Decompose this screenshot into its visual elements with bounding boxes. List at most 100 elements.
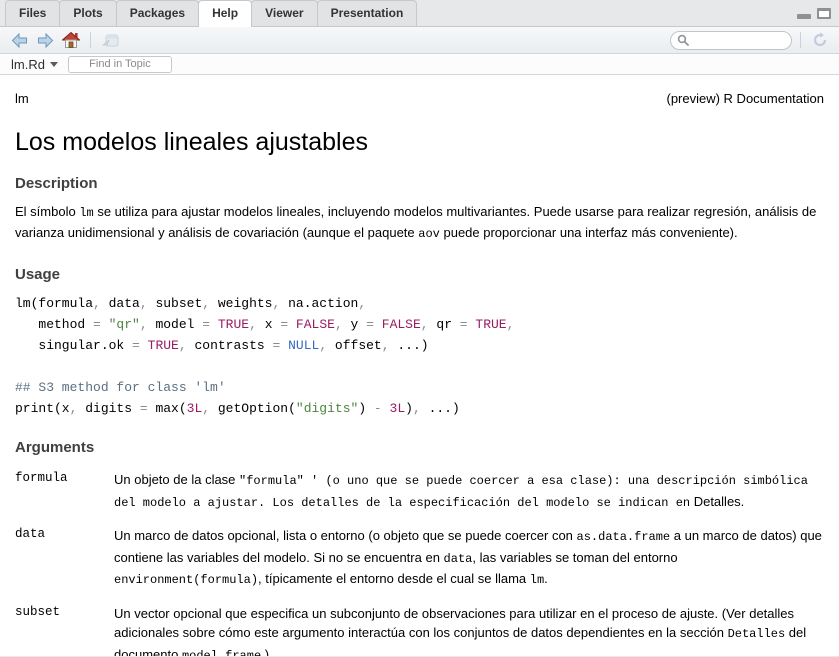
- code-token: TRUE: [475, 317, 506, 332]
- code-token: ,: [202, 401, 218, 416]
- doc-topic-name: lm: [15, 91, 29, 106]
- forward-arrow-icon: [37, 33, 54, 48]
- code-token: getOption(: [218, 401, 296, 416]
- refresh-icon: [812, 32, 828, 48]
- tab-viewer[interactable]: Viewer: [251, 0, 317, 26]
- code-token: ,: [335, 317, 351, 332]
- topic-bar: lm.Rd: [0, 54, 839, 75]
- code-token: ,: [140, 296, 156, 311]
- inline-code: model.frame: [182, 649, 261, 657]
- usage-heading: Usage: [15, 266, 824, 283]
- argument-description: Un vector opcional que especifica un sub…: [114, 604, 824, 657]
- inline-code: lm: [79, 206, 93, 220]
- argument-description: Un objeto de la clase "formula" ' (o uno…: [114, 470, 824, 513]
- code-token: ,: [382, 338, 398, 353]
- usage-code-block: lm(formula, data, subset, weights, na.ac…: [15, 293, 824, 419]
- code-token: NULL: [288, 338, 319, 353]
- tab-plots[interactable]: Plots: [59, 0, 116, 26]
- text-segment: , típicamente el entorno desde el cual s…: [258, 571, 530, 586]
- help-search-input[interactable]: [692, 33, 785, 47]
- code-token: =: [280, 317, 296, 332]
- code-token: model: [155, 317, 202, 332]
- code-token: subset: [155, 296, 202, 311]
- code-line: method = "qr", model = TRUE, x = FALSE, …: [15, 314, 824, 335]
- pane-tab-bar: FilesPlotsPackagesHelpViewerPresentation: [0, 0, 839, 27]
- code-token: ## S3 method for class 'lm': [15, 380, 226, 395]
- argument-row: subsetUn vector opcional que especifica …: [15, 604, 824, 657]
- text-segment: Un vector opcional que especifica un sub…: [114, 606, 794, 641]
- argument-name: subset: [15, 604, 114, 657]
- code-token: ,: [93, 296, 109, 311]
- code-token: ,: [70, 401, 86, 416]
- arguments-heading: Arguments: [15, 439, 824, 456]
- tab-help[interactable]: Help: [198, 0, 252, 27]
- code-token: 3L: [187, 401, 203, 416]
- code-token: ,: [140, 317, 156, 332]
- code-token: FALSE: [296, 317, 335, 332]
- code-token: TRUE: [148, 338, 179, 353]
- code-token: =: [140, 401, 156, 416]
- doc-header-right: (preview) R Documentation: [666, 91, 824, 106]
- code-token: ,: [507, 317, 515, 332]
- code-token: data: [109, 296, 140, 311]
- code-token: ,: [249, 317, 265, 332]
- code-token: ,: [413, 401, 429, 416]
- find-in-topic-input[interactable]: [68, 56, 172, 73]
- text-segment: Un marco de datos opcional, lista o ento…: [114, 528, 577, 543]
- doc-header: lm (preview) R Documentation: [15, 91, 824, 106]
- code-line: ## S3 method for class 'lm': [15, 377, 824, 398]
- text-segment: , las variables se toman del entorno: [472, 550, 677, 565]
- description-paragraph: El símbolo lm se utiliza para ajustar mo…: [15, 202, 824, 244]
- show-in-new-window-button[interactable]: [99, 30, 121, 50]
- code-token: =: [93, 317, 109, 332]
- text-segment: .): [261, 647, 269, 657]
- search-icon: [677, 34, 689, 46]
- code-token: ,: [272, 296, 288, 311]
- code-token: ...): [397, 338, 428, 353]
- code-token: ,: [358, 296, 366, 311]
- refresh-button[interactable]: [809, 30, 831, 50]
- home-icon: [62, 32, 80, 48]
- text-segment: .: [544, 571, 548, 586]
- code-token: =: [132, 338, 148, 353]
- back-arrow-icon: [11, 33, 28, 48]
- code-token: qr: [436, 317, 459, 332]
- code-token: TRUE: [218, 317, 249, 332]
- tab-presentation[interactable]: Presentation: [317, 0, 418, 26]
- code-token: ,: [179, 338, 195, 353]
- page-title: Los modelos lineales ajustables: [15, 128, 824, 157]
- code-token: ,: [202, 296, 218, 311]
- tab-packages[interactable]: Packages: [116, 0, 199, 26]
- text-segment: puede proporcionar una interfaz más conv…: [440, 225, 738, 240]
- inline-code: aov: [418, 227, 440, 241]
- help-search-box[interactable]: [670, 31, 792, 50]
- code-line: singular.ok = TRUE, contrasts = NULL, of…: [15, 335, 824, 356]
- chevron-down-icon: [50, 62, 58, 67]
- code-token: method: [15, 317, 93, 332]
- home-button[interactable]: [60, 30, 82, 50]
- code-line: print(x, digits = max(3L, getOption("dig…: [15, 398, 824, 419]
- open-in-new-window-icon: [101, 33, 119, 48]
- argument-row: formulaUn objeto de la clase "formula" '…: [15, 470, 824, 513]
- tab-list: FilesPlotsPackagesHelpViewerPresentation: [5, 0, 416, 26]
- forward-button[interactable]: [34, 30, 56, 50]
- maximize-icon[interactable]: [817, 8, 831, 19]
- code-token: "qr": [109, 317, 140, 332]
- argument-row: dataUn marco de datos opcional, lista o …: [15, 526, 824, 591]
- code-token: 3L: [390, 401, 406, 416]
- code-token: y: [351, 317, 367, 332]
- arguments-table: formulaUn objeto de la clase "formula" '…: [15, 470, 824, 656]
- code-token: ,: [421, 317, 437, 332]
- code-token: -: [374, 401, 390, 416]
- help-toolbar: [0, 27, 839, 54]
- minimize-icon[interactable]: [797, 9, 811, 19]
- back-button[interactable]: [8, 30, 30, 50]
- inline-code: Detalles: [728, 627, 786, 641]
- help-pane: FilesPlotsPackagesHelpViewerPresentation: [0, 0, 839, 657]
- tab-files[interactable]: Files: [5, 0, 60, 26]
- topic-selector[interactable]: lm.Rd: [11, 57, 58, 72]
- code-token: x: [265, 317, 281, 332]
- code-token: =: [460, 317, 476, 332]
- code-token: contrasts: [194, 338, 272, 353]
- help-content: lm (preview) R Documentation Los modelos…: [0, 75, 839, 656]
